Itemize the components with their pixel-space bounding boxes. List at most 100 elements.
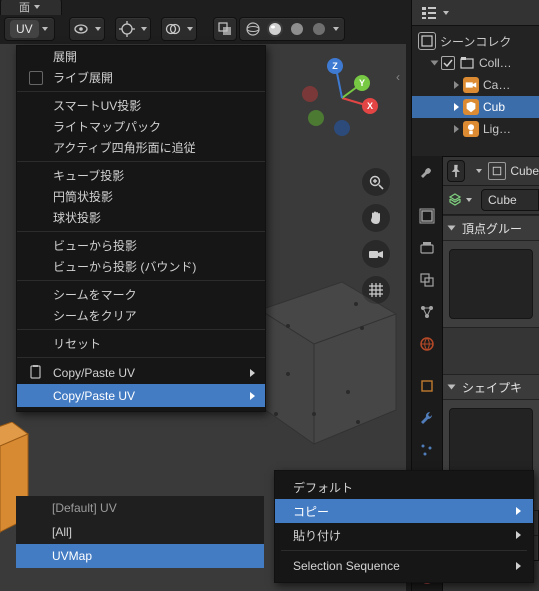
axis-z[interactable]: Z: [327, 58, 343, 74]
menu-lightmap[interactable]: ライトマップパック: [17, 116, 265, 137]
pin-caret[interactable]: [476, 169, 482, 173]
menu-under-uvmap[interactable]: UVMap: [16, 544, 264, 568]
meshdata-icon: [447, 192, 463, 208]
mesh-tab-label: 面: [19, 0, 30, 15]
collapse-arrow-icon[interactable]: ‹: [396, 70, 400, 84]
menu-sphere-proj[interactable]: 球状投影: [17, 207, 265, 228]
checkbox-icon: [29, 71, 43, 85]
menu-under-default-uv[interactable]: [Default] UV: [16, 496, 264, 520]
axis-neg-y[interactable]: [308, 110, 324, 126]
cube-mesh: [248, 274, 408, 464]
menu-copypaste-2[interactable]: Copy/Paste UV: [17, 384, 265, 407]
submenu-default[interactable]: デフォルト: [275, 475, 533, 499]
chevron-right-icon: [516, 562, 521, 570]
menu-copypaste-1[interactable]: Copy/Paste UV: [17, 361, 265, 384]
checkbox-icon[interactable]: [441, 56, 455, 70]
axis-neg-x[interactable]: [302, 86, 318, 102]
pin-button[interactable]: [447, 160, 465, 182]
menu-under-all[interactable]: [All]: [16, 520, 264, 544]
viewlayer-tab[interactable]: [413, 266, 441, 294]
object-name-label: Cube: [488, 193, 517, 207]
tool-tab[interactable]: [413, 160, 441, 188]
submenu-paste[interactable]: 貼り付け: [275, 523, 533, 547]
particles-tab[interactable]: [413, 436, 441, 464]
outliner: シーンコレク Coll… Ca…: [411, 0, 539, 156]
solid-sphere-icon: [267, 21, 283, 37]
menu-live-expand[interactable]: ライブ展開: [17, 67, 265, 88]
scene-tab[interactable]: [413, 298, 441, 326]
object-tab[interactable]: [413, 372, 441, 400]
triangle-icon: [454, 81, 459, 89]
mesh-tab[interactable]: 面: [0, 0, 62, 15]
axis-x[interactable]: X: [362, 98, 378, 114]
menu-active-quad[interactable]: アクティブ四角形面に追従: [17, 137, 265, 158]
uv-dropdown[interactable]: UV: [4, 17, 55, 41]
vertex-group-header[interactable]: 頂点グルー: [441, 215, 539, 241]
menu-view-proj-bound[interactable]: ビューから投影 (バウンド): [17, 256, 265, 277]
pin-icon: [449, 164, 463, 178]
triangle-icon: [448, 226, 456, 231]
outliner-editor-icon[interactable]: [421, 5, 437, 21]
meshdata-caret[interactable]: [466, 198, 472, 202]
outliner-header: [412, 0, 539, 26]
menu-clear-seam[interactable]: シームをクリア: [17, 305, 265, 326]
outliner-camera-row[interactable]: Ca…: [412, 74, 539, 96]
submenu-copy[interactable]: コピー: [275, 499, 533, 523]
overlay-button[interactable]: [161, 17, 197, 41]
vertex-group-label: 頂点グルー: [462, 220, 522, 237]
vertex-group-body: [441, 241, 539, 327]
axis-y[interactable]: Y: [354, 75, 370, 91]
overlay-icon: [165, 21, 181, 37]
shading-mode[interactable]: [239, 17, 345, 41]
camera-icon: [368, 246, 384, 262]
outliner-cube-row[interactable]: Cub: [412, 96, 539, 118]
outliner-light-label: Lig…: [483, 122, 511, 136]
outliner-light-row[interactable]: Lig…: [412, 118, 539, 140]
menu-cube-proj[interactable]: キューブ投影: [17, 165, 265, 186]
object-name-field[interactable]: Cube: [481, 189, 539, 211]
chevron-right-icon: [516, 531, 521, 539]
menu-view-proj[interactable]: ビューから投影: [17, 235, 265, 256]
menu-cyl-proj[interactable]: 円筒状投影: [17, 186, 265, 207]
outliner-scene-row[interactable]: シーンコレク: [412, 30, 539, 52]
camera-icon: [463, 77, 479, 93]
uv-label: UV: [10, 20, 39, 38]
world-tab[interactable]: [413, 330, 441, 358]
submenu-selection-seq[interactable]: Selection Sequence: [275, 554, 533, 578]
shapekey-header[interactable]: シェイプキ: [441, 374, 539, 400]
output-tab[interactable]: [413, 234, 441, 262]
menu-smart-uv[interactable]: スマートUV投影: [17, 95, 265, 116]
collection-icon: [418, 32, 436, 50]
axis-neg-z[interactable]: [334, 120, 350, 136]
visibility-button[interactable]: [69, 17, 105, 41]
render-tab[interactable]: [413, 202, 441, 230]
triangle-icon: [454, 103, 459, 111]
breadcrumb: Cube: [488, 162, 539, 180]
menu-expand[interactable]: 展開: [17, 46, 265, 67]
camera-view-button[interactable]: [362, 240, 390, 268]
uv-menu-below: [Default] UV [All] UVMap: [16, 496, 264, 568]
properties-header: Cube: [441, 157, 539, 186]
xray-button[interactable]: [213, 17, 237, 41]
menu-reset[interactable]: リセット: [17, 333, 265, 354]
zoom-button[interactable]: [362, 168, 390, 196]
triangle-icon: [431, 61, 439, 66]
vertex-group-list[interactable]: [449, 249, 533, 319]
matprev-sphere-icon: [289, 21, 305, 37]
uv-menu: 展開 ライブ展開 スマートUV投影 ライトマップパック アクティブ四角形面に追従…: [16, 45, 266, 412]
snap-button[interactable]: [115, 17, 151, 41]
menu-mark-seam[interactable]: シームをマーク: [17, 284, 265, 305]
pan-button[interactable]: [362, 204, 390, 232]
modifier-tab[interactable]: [413, 404, 441, 432]
rendered-sphere-icon: [311, 21, 327, 37]
magnify-icon: [368, 174, 384, 190]
outliner-collection-row[interactable]: Coll…: [412, 52, 539, 74]
outliner-editor-caret[interactable]: [443, 11, 449, 15]
outliner-camera-label: Ca…: [483, 78, 510, 92]
cube-icon: [488, 162, 506, 180]
shapekey-label: シェイプキ: [462, 379, 522, 396]
outliner-scene-label: シーンコレク: [440, 33, 511, 50]
axis-gizmo[interactable]: Z Y X: [302, 58, 382, 138]
triangle-icon: [448, 385, 456, 390]
collection-box-icon: [459, 55, 475, 71]
